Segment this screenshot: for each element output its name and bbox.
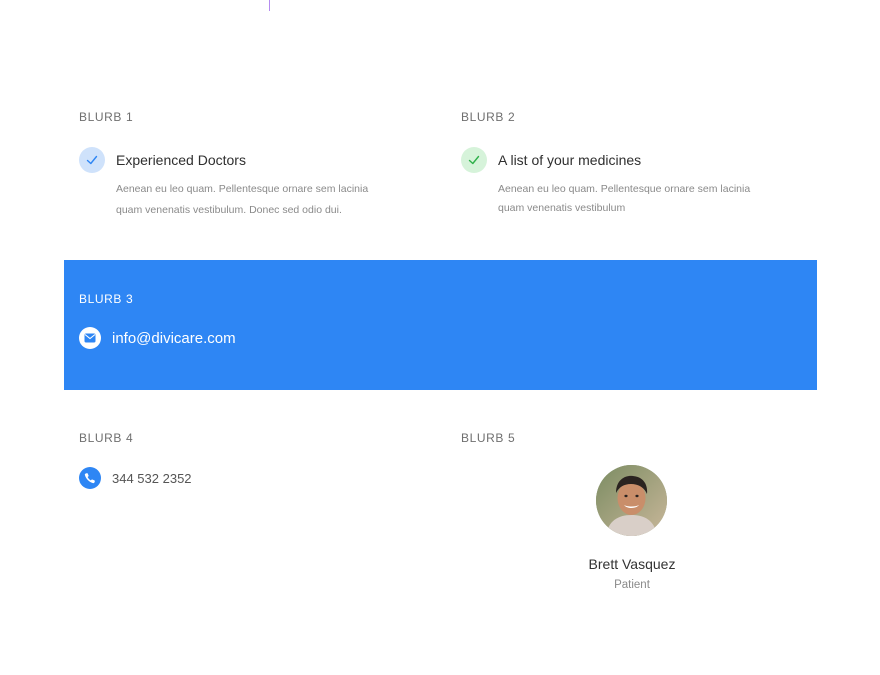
blurb-4-contact: 344 532 2352 bbox=[79, 467, 379, 489]
blurb-1-text-line: quam venenatis vestibulum. Donec sed odi… bbox=[116, 204, 342, 216]
avatar bbox=[596, 465, 667, 536]
blurb-1: BLURB 1 Experienced Doctors Aenean eu le… bbox=[79, 110, 419, 221]
blurb-2-label: BLURB 2 bbox=[461, 110, 516, 124]
blurb-1-title: Experienced Doctors bbox=[116, 152, 246, 168]
blurb-3-contact: info@divicare.com bbox=[79, 327, 479, 349]
email-link[interactable]: info@divicare.com bbox=[112, 330, 236, 347]
check-icon bbox=[461, 147, 487, 173]
blurb-3: BLURB 3 info@divicare.com bbox=[79, 292, 479, 349]
text-cursor bbox=[269, 0, 270, 11]
blurb-4: BLURB 4 344 532 2352 bbox=[79, 431, 379, 489]
blurb-5: BLURB 5 bbox=[461, 431, 661, 445]
person-role: Patient bbox=[614, 579, 650, 591]
phone-number: 344 532 2352 bbox=[112, 470, 192, 486]
check-icon bbox=[79, 147, 105, 173]
blurb-2-text: Aenean eu leo quam. Pellentesque ornare … bbox=[498, 180, 801, 218]
blurb-1-text-line: Aenean eu leo quam. Pellentesque ornare … bbox=[116, 183, 369, 195]
blurb-3-label: BLURB 3 bbox=[79, 292, 134, 306]
blurb-2: BLURB 2 A list of your medicines Aenean … bbox=[461, 110, 801, 218]
blurb-3-banner: BLURB 3 info@divicare.com bbox=[64, 260, 817, 390]
blurb-2-header: A list of your medicines bbox=[461, 147, 801, 173]
person-name: Brett Vasquez bbox=[588, 556, 676, 572]
blurb-1-label: BLURB 1 bbox=[79, 110, 134, 124]
blurb-1-text: Aenean eu leo quam. Pellentesque ornare … bbox=[116, 179, 419, 221]
blurb-1-header: Experienced Doctors bbox=[79, 147, 419, 173]
blurb-2-text-line: Aenean eu leo quam. Pellentesque ornare … bbox=[498, 183, 751, 195]
phone-icon bbox=[79, 467, 101, 489]
blurb-2-text-line: quam venenatis vestibulum bbox=[498, 202, 626, 214]
blurb-5-label: BLURB 5 bbox=[461, 431, 516, 445]
blurb-2-title: A list of your medicines bbox=[498, 152, 642, 168]
mail-icon bbox=[79, 327, 101, 349]
blurb-4-label: BLURB 4 bbox=[79, 431, 134, 445]
